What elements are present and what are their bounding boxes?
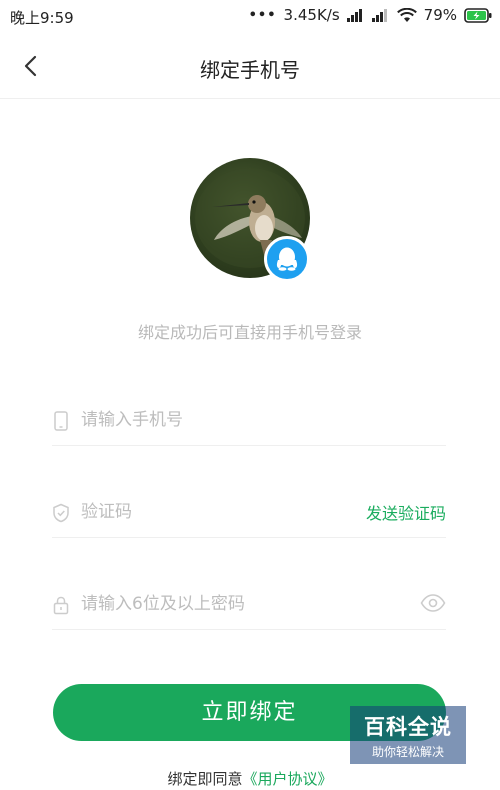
wifi-icon [396,7,417,23]
verification-code-input[interactable] [81,497,331,527]
signal-icon-secondary [371,8,390,22]
status-bar: 晚上9:59 ••• 3.45K/s 79% [0,0,500,34]
lock-icon [53,596,69,615]
header: 绑定手机号 [0,34,500,99]
watermark-logo: 百科全说 助你轻松解决 [350,706,466,764]
send-code-button[interactable]: 发送验证码 [366,500,446,524]
bind-hint-text: 绑定成功后可直接用手机号登录 [137,323,362,342]
notification-dots-icon: ••• [248,7,277,23]
agreement-text: 绑定即同意《用户协议》 [0,768,500,789]
network-speed: 3.45K/s [283,6,340,24]
shield-icon [53,503,69,523]
battery-charging-icon [464,7,492,23]
password-field [52,581,446,630]
signal-icon [346,8,365,22]
qq-penguin-icon [276,247,298,271]
agreement-prefix: 绑定即同意 [167,770,243,788]
qq-badge [264,236,310,282]
phone-icon [54,411,68,431]
status-time: 晚上9:59 [10,9,74,27]
watermark-title: 百科全说 [364,715,452,739]
battery-percent: 79% [423,6,457,24]
watermark-subtitle: 助你轻松解决 [371,745,444,759]
eye-icon[interactable] [420,593,446,613]
verification-code-field: 发送验证码 [52,489,446,538]
user-agreement-link[interactable]: 《用户协议》 [243,770,333,788]
page-title: 绑定手机号 [200,58,300,82]
phone-input[interactable] [81,405,381,435]
phone-field [52,397,446,446]
status-indicators: ••• 3.45K/s 79% [249,6,492,24]
password-input[interactable] [81,589,381,619]
